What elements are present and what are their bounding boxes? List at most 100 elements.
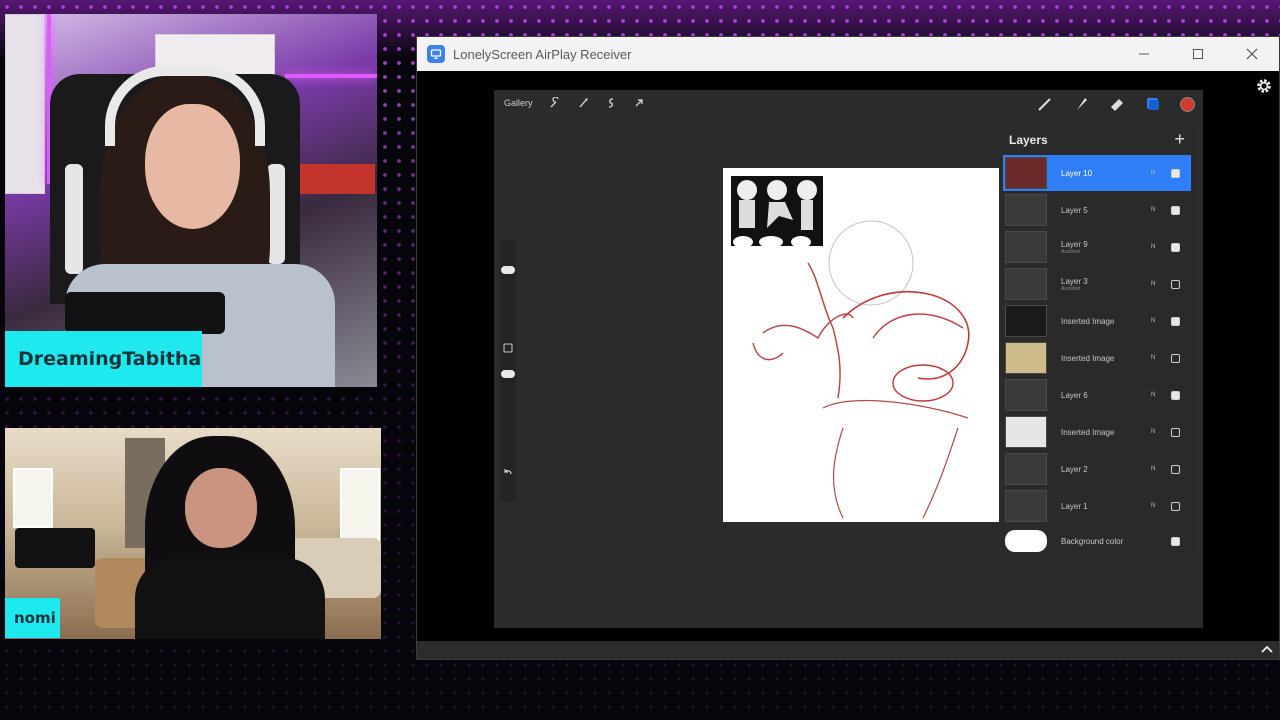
brush-size-opacity-sidebar[interactable] (500, 240, 516, 502)
layer-visibility-checkbox[interactable] (1171, 353, 1180, 363)
layer-thumbnail (1005, 231, 1047, 263)
layer-name: Inserted Image (1061, 353, 1115, 363)
webcam-nomi (5, 428, 381, 639)
background-color-row[interactable]: Background color (1003, 523, 1191, 559)
blend-mode[interactable]: N (1151, 170, 1171, 176)
layer-name: Layer 9 (1061, 239, 1088, 249)
microphone (65, 292, 225, 334)
layer-row[interactable]: Layer 1 N (1003, 488, 1191, 524)
layers-icon[interactable] (1144, 95, 1162, 113)
layer-thumbnail (1005, 342, 1047, 374)
layer-row[interactable]: Layer 5 N (1003, 192, 1191, 228)
window (13, 468, 53, 528)
layers-panel: Layers + Layer 10 N Layer 5 N Layer 9 As… (1003, 125, 1193, 557)
background-red-table (290, 164, 375, 194)
layer-row[interactable]: Inserted Image N (1003, 303, 1191, 339)
name-tag-nomi: nomi (5, 598, 60, 638)
name-tag-dreamingtabitha: DreamingTabitha (5, 331, 202, 387)
color-icon[interactable] (1180, 96, 1195, 112)
layer-thumbnail (1005, 194, 1047, 226)
eraser-icon[interactable] (1108, 95, 1126, 113)
layer-row[interactable]: Layer 2 N (1003, 451, 1191, 487)
blend-mode[interactable]: N (1151, 466, 1171, 472)
transform-arrow-icon[interactable] (633, 97, 645, 109)
layer-name: Layer 5 (1061, 205, 1088, 215)
layer-subtitle: Assisted (1061, 248, 1080, 255)
layer-thumbnail (1005, 157, 1047, 189)
layer-thumbnail (1005, 453, 1047, 485)
layer-row[interactable]: Layer 9 Assisted N (1003, 229, 1191, 265)
maximize-icon[interactable] (1171, 37, 1225, 71)
red-pencil-sketch (752, 220, 970, 519)
minimize-icon[interactable] (1117, 37, 1171, 71)
layer-name: Inserted Image (1061, 427, 1115, 437)
procreate-screen: Gallery Layers + Layer 10 N Layer 5 N La… (494, 90, 1203, 628)
layer-row[interactable]: Layer 3 Assisted N (1003, 266, 1191, 302)
brush-size-slider-knob[interactable] (501, 266, 515, 274)
guest-body (135, 558, 325, 639)
modify-square-icon[interactable] (502, 342, 514, 354)
layer-visibility-checkbox[interactable] (1171, 427, 1180, 437)
layers-panel-title: Layers (1009, 133, 1048, 147)
airplay-receiver-window: LonelyScreen AirPlay Receiver Gallery La… (416, 36, 1280, 660)
layer-visibility-checkbox[interactable] (1171, 242, 1180, 252)
layer-row[interactable]: Inserted Image N (1003, 340, 1191, 376)
window-title: LonelyScreen AirPlay Receiver (453, 46, 632, 62)
selection-icon[interactable] (605, 97, 617, 109)
layer-visibility-checkbox[interactable] (1171, 536, 1180, 546)
settings-gear-icon[interactable] (1255, 77, 1273, 95)
layer-visibility-checkbox[interactable] (1171, 464, 1180, 474)
chevron-up-icon[interactable] (1260, 644, 1274, 654)
opacity-slider-knob[interactable] (501, 370, 515, 378)
layer-subtitle: Assisted (1061, 285, 1080, 292)
gallery-button[interactable]: Gallery (504, 98, 533, 108)
layer-thumbnail (1005, 379, 1047, 411)
layer-row[interactable]: Layer 6 N (1003, 377, 1191, 413)
smudge-icon[interactable] (1072, 95, 1090, 113)
headphones (105, 66, 265, 146)
grand-piano (15, 528, 95, 568)
layer-name: Layer 2 (1061, 464, 1088, 474)
layer-visibility-checkbox[interactable] (1171, 316, 1180, 326)
wrench-icon[interactable] (549, 97, 561, 109)
magic-wand-icon[interactable] (577, 97, 589, 109)
layer-name: Layer 6 (1061, 390, 1088, 400)
layer-thumbnail (1005, 416, 1047, 448)
drawing-canvas[interactable] (723, 168, 999, 522)
layer-row[interactable]: Inserted Image N (1003, 414, 1191, 450)
blend-mode[interactable]: N (1151, 503, 1171, 509)
layer-name: Layer 10 (1061, 168, 1093, 178)
chair-stripe (65, 164, 83, 274)
guest-face (185, 468, 257, 548)
layer-visibility-checkbox[interactable] (1171, 205, 1180, 215)
blend-mode[interactable]: N (1151, 318, 1171, 324)
background-color-swatch[interactable] (1005, 530, 1047, 552)
add-layer-button[interactable]: + (1174, 129, 1185, 150)
window (340, 468, 380, 548)
layer-thumbnail (1005, 490, 1047, 522)
procreate-toolbar-left: Gallery (504, 97, 645, 109)
blend-mode[interactable]: N (1151, 355, 1171, 361)
undo-icon[interactable] (502, 466, 514, 478)
blend-mode[interactable]: N (1151, 281, 1171, 287)
blend-mode[interactable]: N (1151, 429, 1171, 435)
blend-mode[interactable]: N (1151, 207, 1171, 213)
neon-light (285, 74, 377, 78)
layer-name: Layer 3 (1061, 276, 1088, 286)
layer-visibility-checkbox[interactable] (1171, 279, 1180, 289)
layer-visibility-checkbox[interactable] (1171, 390, 1180, 400)
close-icon[interactable] (1225, 37, 1279, 71)
layer-thumbnail (1005, 305, 1047, 337)
layer-visibility-checkbox[interactable] (1171, 501, 1180, 511)
window-bottom-bar (417, 641, 1279, 659)
airplay-app-icon (427, 45, 445, 63)
layer-name: Inserted Image (1061, 316, 1115, 326)
layer-thumbnail (1005, 268, 1047, 300)
layer-row[interactable]: Layer 10 N (1003, 155, 1191, 191)
blend-mode[interactable]: N (1151, 392, 1171, 398)
window-titlebar[interactable]: LonelyScreen AirPlay Receiver (417, 37, 1279, 71)
layer-name: Layer 1 (1061, 501, 1088, 511)
brush-icon[interactable] (1036, 95, 1054, 113)
layer-visibility-checkbox[interactable] (1171, 168, 1180, 178)
blend-mode[interactable]: N (1151, 244, 1171, 250)
